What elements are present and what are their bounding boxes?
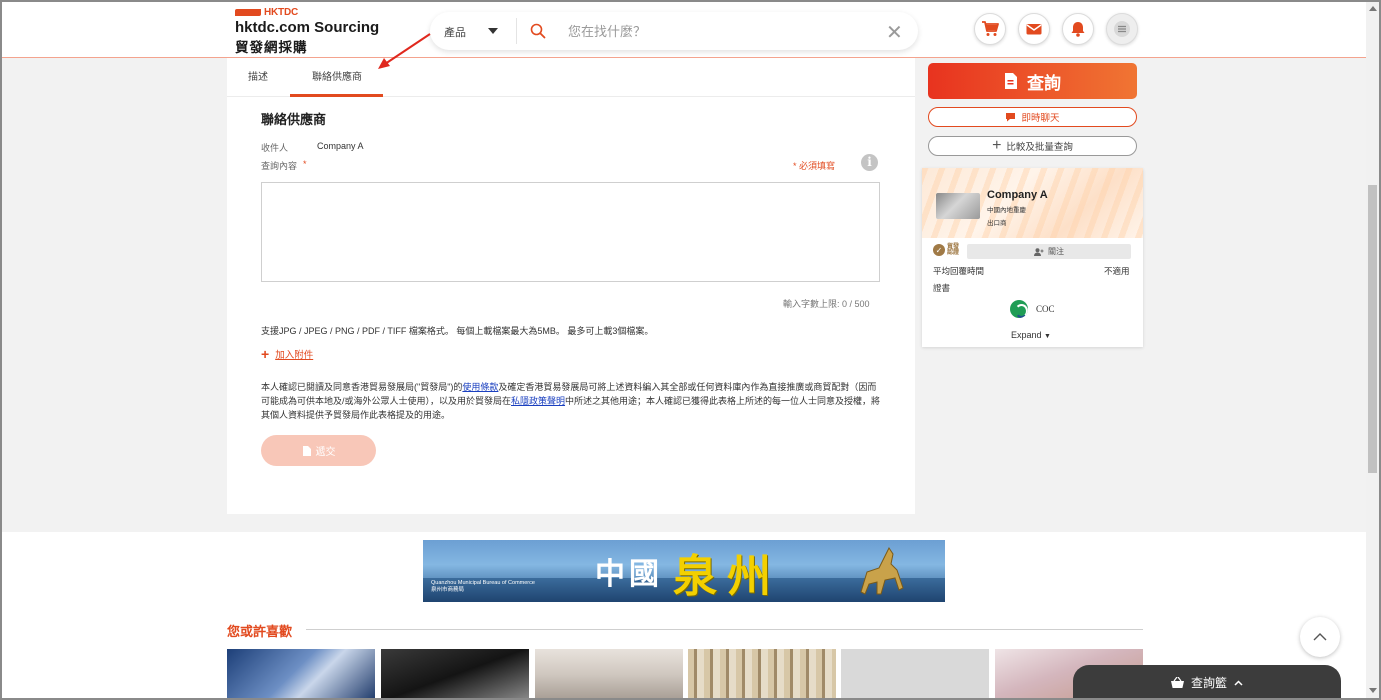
tab-bar: 描述 聯絡供應商 — [227, 58, 915, 97]
certificate-logo-icon — [1010, 300, 1028, 318]
basket-label: 查詢籃 — [1190, 676, 1227, 690]
scroll-down-arrow[interactable] — [1369, 688, 1377, 693]
enquiry-content-field[interactable] — [261, 182, 880, 282]
search-input[interactable] — [568, 21, 868, 41]
certificate-name: COC — [1036, 304, 1055, 314]
enquiry-basket-button[interactable]: 查詢籃 — [1073, 665, 1341, 700]
bell-icon — [1071, 22, 1085, 37]
enquire-label: 查詢 — [1027, 73, 1061, 93]
supplier-card: Company A 中國內地重慶 出口商 ✓ 貿發 認證 關注 平均回覆時間 不適… — [922, 168, 1143, 347]
recommend-title: 您或許喜歡 — [227, 624, 293, 639]
follow-label: 關注 — [1048, 247, 1064, 256]
supplier-type: 出口商 — [987, 220, 1007, 227]
hktdc-logo[interactable]: HKTDC hktdc.com Sourcing 貿發網採購 — [235, 7, 379, 56]
brand-small: HKTDC — [264, 7, 298, 18]
horse-statue-icon — [860, 547, 904, 595]
character-counter: 輸入字數上限: 0 / 500 — [783, 299, 870, 309]
plus-icon: + — [261, 346, 270, 362]
brand-line1: hktdc.com Sourcing — [235, 19, 380, 36]
scroll-up-arrow[interactable] — [1369, 6, 1377, 11]
product-thumbnail[interactable] — [841, 649, 989, 700]
basket-icon — [1170, 677, 1184, 688]
product-thumbnail[interactable] — [688, 649, 836, 700]
search-icon[interactable] — [530, 23, 546, 39]
verified-line2: 認證 — [947, 250, 960, 256]
supplier-logo[interactable] — [936, 193, 980, 219]
product-thumbnail[interactable] — [381, 649, 529, 700]
product-thumbnail[interactable] — [227, 649, 375, 700]
required-note: * 必須填寫 — [793, 161, 836, 171]
chevron-up-icon — [1313, 633, 1327, 641]
info-icon[interactable]: i — [861, 154, 878, 171]
banner-title-white: 中國 — [595, 558, 663, 591]
submit-button[interactable]: 遞交 — [261, 435, 376, 466]
consent-text: 本人確認已閱讀及同意香港貿易發展局("貿發局")的使用條款及確定香港貿易發展局可… — [261, 380, 883, 422]
hktdc-mark-icon — [235, 9, 261, 16]
live-chat-button[interactable]: 即時聊天 — [928, 107, 1137, 127]
chat-icon — [1006, 113, 1016, 122]
mail-button[interactable] — [1018, 13, 1050, 45]
response-time-value: 不適用 — [1104, 266, 1130, 276]
annotation-arrow-icon — [378, 33, 431, 69]
close-icon[interactable]: ✕ — [886, 20, 903, 45]
document-icon — [1005, 73, 1017, 89]
tab-contact-supplier[interactable]: 聯絡供應商 — [312, 68, 362, 83]
chevron-up-icon — [1234, 679, 1243, 686]
response-time-label: 平均回覆時間 — [933, 266, 985, 276]
banner-bureau-text: Quanzhou Municipal Bureau of Commerce 泉州市… — [431, 580, 561, 594]
file-support-note: 支援JPG / JPEG / PNG / PDF / TIFF 檔案格式。 每個… — [261, 326, 654, 336]
add-attachment-link[interactable]: + 加入附件 — [261, 346, 313, 362]
search-category-select[interactable]: 產品 — [444, 24, 466, 40]
product-thumbnail[interactable] — [535, 649, 683, 700]
expand-button[interactable]: Expand ▼ — [1011, 330, 1051, 340]
bureau-en: Quanzhou Municipal Bureau of Commerce — [431, 580, 535, 586]
active-tab-indicator — [290, 94, 383, 97]
scroll-to-top-button[interactable] — [1300, 617, 1340, 657]
scrollbar-thumb[interactable] — [1368, 185, 1377, 473]
search-divider — [516, 18, 517, 44]
chevron-down-icon: ▼ — [1044, 333, 1051, 340]
recommend-divider — [306, 629, 1143, 630]
compare-label: 比較及批量查詢 — [1006, 142, 1073, 153]
chevron-down-icon[interactable] — [488, 28, 498, 34]
certificate-label: 證書 — [933, 283, 951, 293]
follow-button[interactable]: 關注 — [967, 244, 1131, 259]
terms-of-use-link[interactable]: 使用條款 — [462, 382, 498, 392]
document-icon — [302, 445, 311, 456]
quanzhou-banner-ad[interactable]: Quanzhou Municipal Bureau of Commerce 泉州市… — [423, 540, 945, 602]
enquire-button[interactable]: 查詢 — [928, 63, 1137, 99]
banner-title-yellow: 泉州 — [673, 551, 781, 602]
cart-icon — [982, 21, 999, 36]
privacy-policy-link[interactable]: 私隱政策聲明 — [511, 396, 565, 406]
contact-supplier-panel: 描述 聯絡供應商 聯絡供應商 收件人 Company A 查詢內容 * * 必須… — [227, 58, 915, 514]
add-attachment-label: 加入附件 — [275, 350, 314, 361]
recipient-value: Company A — [317, 141, 364, 151]
section-title: 聯絡供應商 — [261, 112, 327, 127]
add-user-icon — [1034, 247, 1044, 256]
mail-icon — [1026, 24, 1042, 35]
required-star: * — [303, 159, 307, 169]
search-bar: 產品 ✕ — [430, 12, 918, 50]
consent-part1: 本人確認已閱讀及同意香港貿易發展局("貿發局")的 — [261, 382, 463, 392]
plus-icon: + — [992, 137, 1002, 154]
supplier-name[interactable]: Company A — [987, 189, 1048, 201]
compare-bulk-enquiry-button[interactable]: + 比較及批量查詢 — [928, 136, 1137, 156]
menu-icon — [1114, 21, 1130, 37]
menu-button[interactable] — [1106, 13, 1138, 45]
certificate-item[interactable]: COC — [1010, 300, 1055, 318]
top-header: HKTDC hktdc.com Sourcing 貿發網採購 產品 ✕ — [2, 2, 1366, 58]
tab-description[interactable]: 描述 — [248, 68, 268, 83]
verified-badge: ✓ 貿發 認證 — [933, 244, 959, 256]
brand-line2: 貿發網採購 — [235, 40, 308, 55]
notification-button[interactable] — [1062, 13, 1094, 45]
bureau-cn: 泉州市商務局 — [431, 587, 465, 593]
checkmark-icon: ✓ — [933, 244, 945, 256]
enquiry-content-label: 查詢內容 — [261, 161, 298, 171]
submit-label: 遞交 — [315, 447, 336, 458]
recipient-label: 收件人 — [261, 143, 289, 153]
expand-label: Expand — [1011, 330, 1042, 340]
cart-button[interactable] — [974, 13, 1006, 45]
supplier-location: 中國內地重慶 — [987, 207, 1026, 214]
live-chat-label: 即時聊天 — [1021, 113, 1060, 124]
